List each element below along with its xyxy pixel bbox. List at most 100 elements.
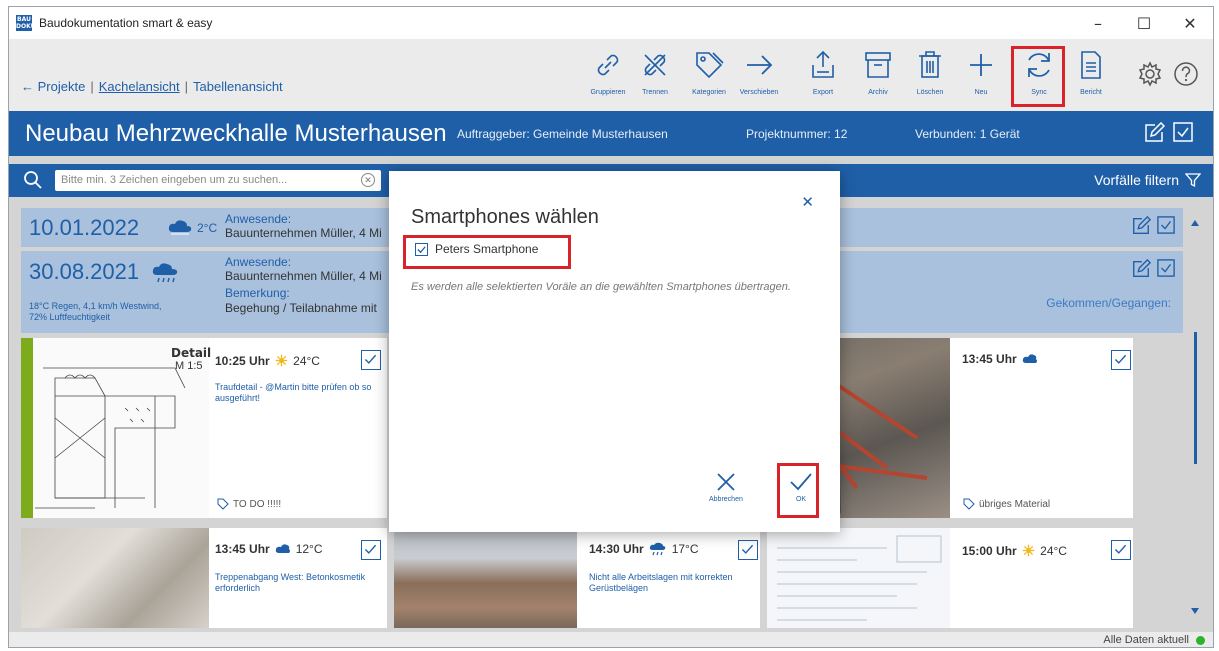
- attendees-label: Anwesende:: [225, 212, 292, 226]
- tile-checkbox[interactable]: [1111, 540, 1131, 560]
- day-actions: [1131, 259, 1175, 279]
- remark-value: Begehung / Teilabnahme mit: [225, 301, 377, 315]
- tile-temperature: 24°C: [1040, 544, 1067, 558]
- categories-button[interactable]: Kategorien: [686, 49, 732, 105]
- project-client: Auftraggeber: Gemeinde Musterhausen: [457, 127, 668, 141]
- close-window-button[interactable]: ✕: [1167, 7, 1213, 39]
- project-number: Projektnummer: 12: [746, 127, 848, 141]
- drawing-title: Detail: [171, 346, 212, 360]
- search-placeholder: Bitte min. 3 Zeichen eingeben um zu such…: [61, 174, 288, 186]
- help-button[interactable]: [1173, 61, 1199, 92]
- incident-tile[interactable]: Detail M 1:5 10:25 Uhr ☀ 24°C Traufdetai…: [21, 338, 387, 518]
- tile-temperature: 17°C: [671, 542, 699, 556]
- app-window: BAU DOKU Baudokumentation smart & easy – …: [8, 6, 1214, 648]
- attendees-value: Bauunternehmen Müller, 4 Mi: [225, 226, 382, 240]
- concrete-photo: [21, 528, 209, 628]
- table-view-link[interactable]: Tabellenansicht: [193, 79, 283, 94]
- checkbox-icon[interactable]: [1157, 259, 1175, 277]
- new-label: Neu: [974, 89, 988, 96]
- minimize-button[interactable]: –: [1075, 7, 1121, 39]
- arrow-right-icon: [747, 55, 773, 75]
- tile-description: Nicht alle Arbeitslagen mit korrekten Ge…: [589, 572, 733, 593]
- search-input[interactable]: Bitte min. 3 Zeichen eingeben um zu such…: [55, 170, 381, 191]
- breadcrumb: ← Projekte | Kachelansicht | Tabellenans…: [21, 79, 283, 94]
- report-icon: [1081, 51, 1101, 79]
- smartphone-highlight-box: [403, 235, 571, 269]
- tile-checkbox[interactable]: [1111, 350, 1131, 370]
- new-button[interactable]: Neu: [958, 49, 1004, 105]
- incident-tile[interactable]: 15:00 Uhr ☀ 24°C: [767, 528, 1133, 628]
- attendees-value: Bauunternehmen Müller, 4 Mi: [225, 269, 382, 283]
- app-logo-icon: BAU DOKU: [16, 15, 36, 31]
- move-button[interactable]: Verschieben: [736, 49, 782, 105]
- scroll-up-icon[interactable]: [1191, 220, 1199, 226]
- archive-icon: [865, 52, 891, 78]
- group-label: Gruppieren: [590, 89, 626, 96]
- scrollbar-thumb[interactable]: [1194, 332, 1197, 464]
- tag-icon: [217, 498, 229, 510]
- cancel-label: Abbrechen: [709, 496, 743, 503]
- rain-cloud-icon: [649, 542, 665, 556]
- edit-icon[interactable]: [1143, 122, 1165, 144]
- tile-description: Treppenabgang West: Betonkosmetik erford…: [215, 572, 366, 593]
- tile-view-link[interactable]: Kachelansicht: [99, 79, 180, 94]
- cancel-button[interactable]: Abbrechen: [709, 471, 743, 503]
- export-icon: [812, 50, 834, 78]
- filter-button[interactable]: Vorfälle filtern: [1094, 172, 1201, 188]
- breadcrumb-separator: |: [90, 79, 94, 94]
- incident-tile[interactable]: 14:30 Uhr 17°C Nicht alle Arbeitslagen m…: [394, 528, 760, 628]
- trash-icon: [919, 51, 941, 78]
- app-title: Baudokumentation smart & easy: [39, 16, 213, 30]
- edit-icon[interactable]: [1131, 259, 1151, 279]
- breadcrumb-separator: |: [184, 79, 189, 94]
- link-icon: [597, 54, 619, 76]
- group-button[interactable]: Gruppieren: [585, 49, 631, 105]
- checkbox-icon[interactable]: [1173, 122, 1193, 142]
- export-button[interactable]: Export: [800, 49, 846, 105]
- status-bar: Alle Daten aktuell: [9, 632, 1213, 647]
- tile-temperature: 12°C: [295, 542, 323, 556]
- gear-icon: [1138, 61, 1162, 87]
- tile-time: 15:00 Uhr ☀ 24°C: [962, 543, 1067, 560]
- status-indicator-icon: [1196, 636, 1205, 645]
- archive-button[interactable]: Archiv: [855, 49, 901, 105]
- tile-checkbox[interactable]: [738, 540, 758, 560]
- incident-tile[interactable]: 13:45 Uhr 12°C Treppenabgang West: Beton…: [21, 528, 387, 628]
- settings-button[interactable]: [1137, 61, 1163, 92]
- tile-checkbox[interactable]: [361, 540, 381, 560]
- attendees-label: Anwesende:: [225, 255, 292, 269]
- delete-button[interactable]: Löschen: [907, 49, 953, 105]
- report-button[interactable]: Bericht: [1068, 49, 1114, 105]
- building-photo: [394, 528, 577, 628]
- project-title: Neubau Mehrzweckhalle Musterhausen: [25, 120, 447, 147]
- edit-icon[interactable]: [1131, 216, 1151, 236]
- tile-time: 13:45 Uhr: [962, 352, 1038, 366]
- detail-drawing-image: Detail M 1:5: [21, 338, 212, 518]
- tile-time: 14:30 Uhr 17°C: [589, 542, 699, 556]
- tile-time: 13:45 Uhr 12°C: [215, 542, 323, 556]
- weather-details: 18°C Regen, 4,1 km/h Westwind, 72% Luftf…: [29, 301, 162, 323]
- help-icon: [1174, 62, 1198, 86]
- day-temperature: 2°C: [197, 221, 218, 235]
- export-label: Export: [812, 89, 834, 96]
- toolbar: ← Projekte | Kachelansicht | Tabellenans…: [9, 39, 1213, 111]
- sun-icon: ☀: [1021, 543, 1036, 560]
- tile-temperature: 24°C: [293, 354, 320, 368]
- tile-checkbox[interactable]: [361, 350, 381, 370]
- scroll-down-icon[interactable]: [1191, 608, 1199, 614]
- arrival-departure-label: Gekommen/Gegangen:: [1046, 296, 1171, 310]
- day-actions: [1131, 216, 1175, 236]
- categories-label: Kategorien: [692, 89, 726, 96]
- smartphone-select-dialog: Smartphones wählen ✕ Peters Smartphone E…: [389, 171, 840, 532]
- maximize-button[interactable]: ☐: [1121, 7, 1167, 39]
- day-date: 10.01.2022: [29, 215, 140, 240]
- projects-link[interactable]: ← Projekte: [21, 79, 85, 94]
- unlink-icon: [644, 54, 666, 76]
- weather-text: 18°C Regen, 4,1 km/h Westwind,: [29, 301, 162, 311]
- split-label: Trennen: [642, 89, 668, 96]
- close-icon[interactable]: ✕: [801, 193, 814, 211]
- clear-search-icon[interactable]: ✕: [361, 173, 375, 187]
- tag-icon: [963, 498, 975, 510]
- checkbox-icon[interactable]: [1157, 216, 1175, 234]
- split-button[interactable]: Trennen: [632, 49, 678, 105]
